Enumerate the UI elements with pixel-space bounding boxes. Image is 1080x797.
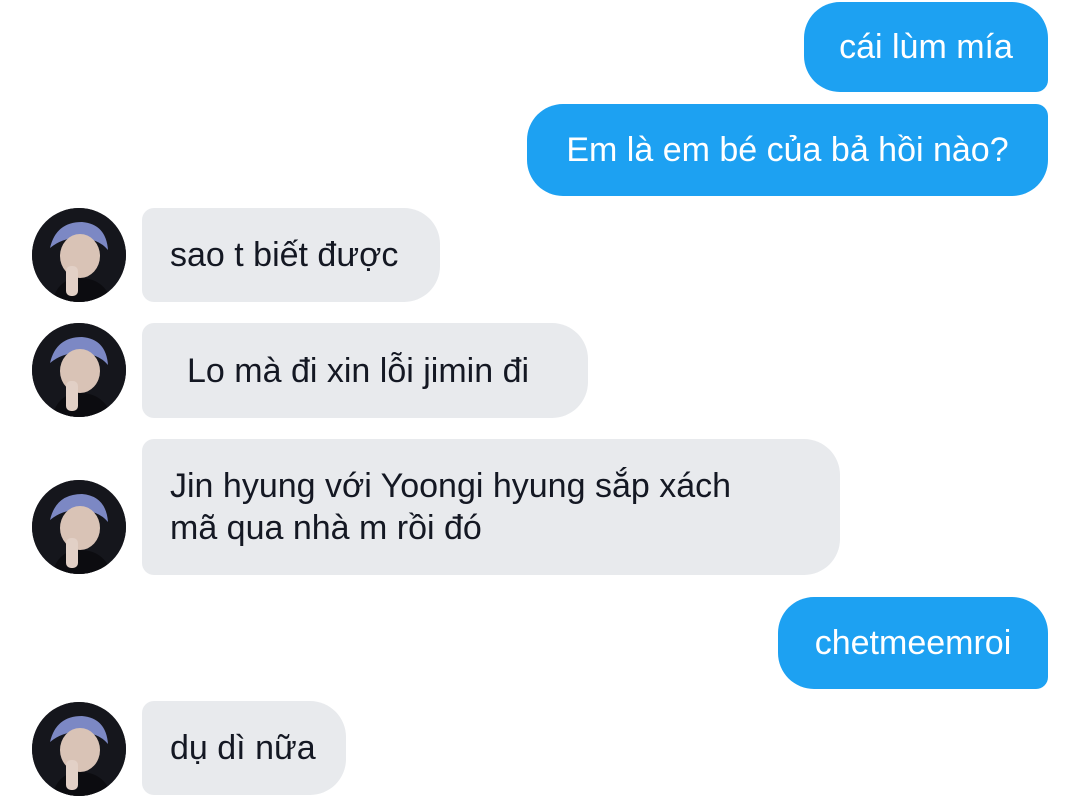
message-text: chetmeemroi <box>814 624 1012 662</box>
message-text: dụ dì nữa <box>170 729 316 767</box>
avatar-image <box>32 208 126 302</box>
avatar-image <box>32 480 126 574</box>
sent-message[interactable]: cái lùm mía <box>804 2 1048 92</box>
message-text: Lo mà đi xin lỗi jimin đi <box>187 351 530 390</box>
sent-message[interactable]: chetmeemroi <box>778 597 1048 689</box>
message-text-line: Jin hyung với Yoongi hyung sắp xách <box>170 467 732 505</box>
message-thread: cái lùm mía Em là em bé của bả hồi nào? … <box>0 0 1080 797</box>
avatar-image <box>32 323 126 417</box>
contact-avatar[interactable] <box>32 208 126 302</box>
received-message[interactable]: Lo mà đi xin lỗi jimin đi <box>142 323 588 418</box>
contact-avatar[interactable] <box>32 702 126 796</box>
sent-message[interactable]: Em là em bé của bả hồi nào? <box>527 104 1048 196</box>
received-message[interactable]: dụ dì nữa <box>142 701 346 795</box>
received-message[interactable]: Jin hyung với Yoongi hyung sắp xách mã q… <box>142 439 840 575</box>
message-text-line: mã qua nhà m rồi đó <box>170 509 482 547</box>
contact-avatar[interactable] <box>32 323 126 417</box>
message-text: Em là em bé của bả hồi nào? <box>566 131 1009 169</box>
avatar-image <box>32 702 126 796</box>
message-text: cái lùm mía <box>839 28 1013 66</box>
contact-avatar[interactable] <box>32 480 126 574</box>
received-message[interactable]: sao t biết được <box>142 208 440 302</box>
message-text: sao t biết được <box>170 236 399 274</box>
